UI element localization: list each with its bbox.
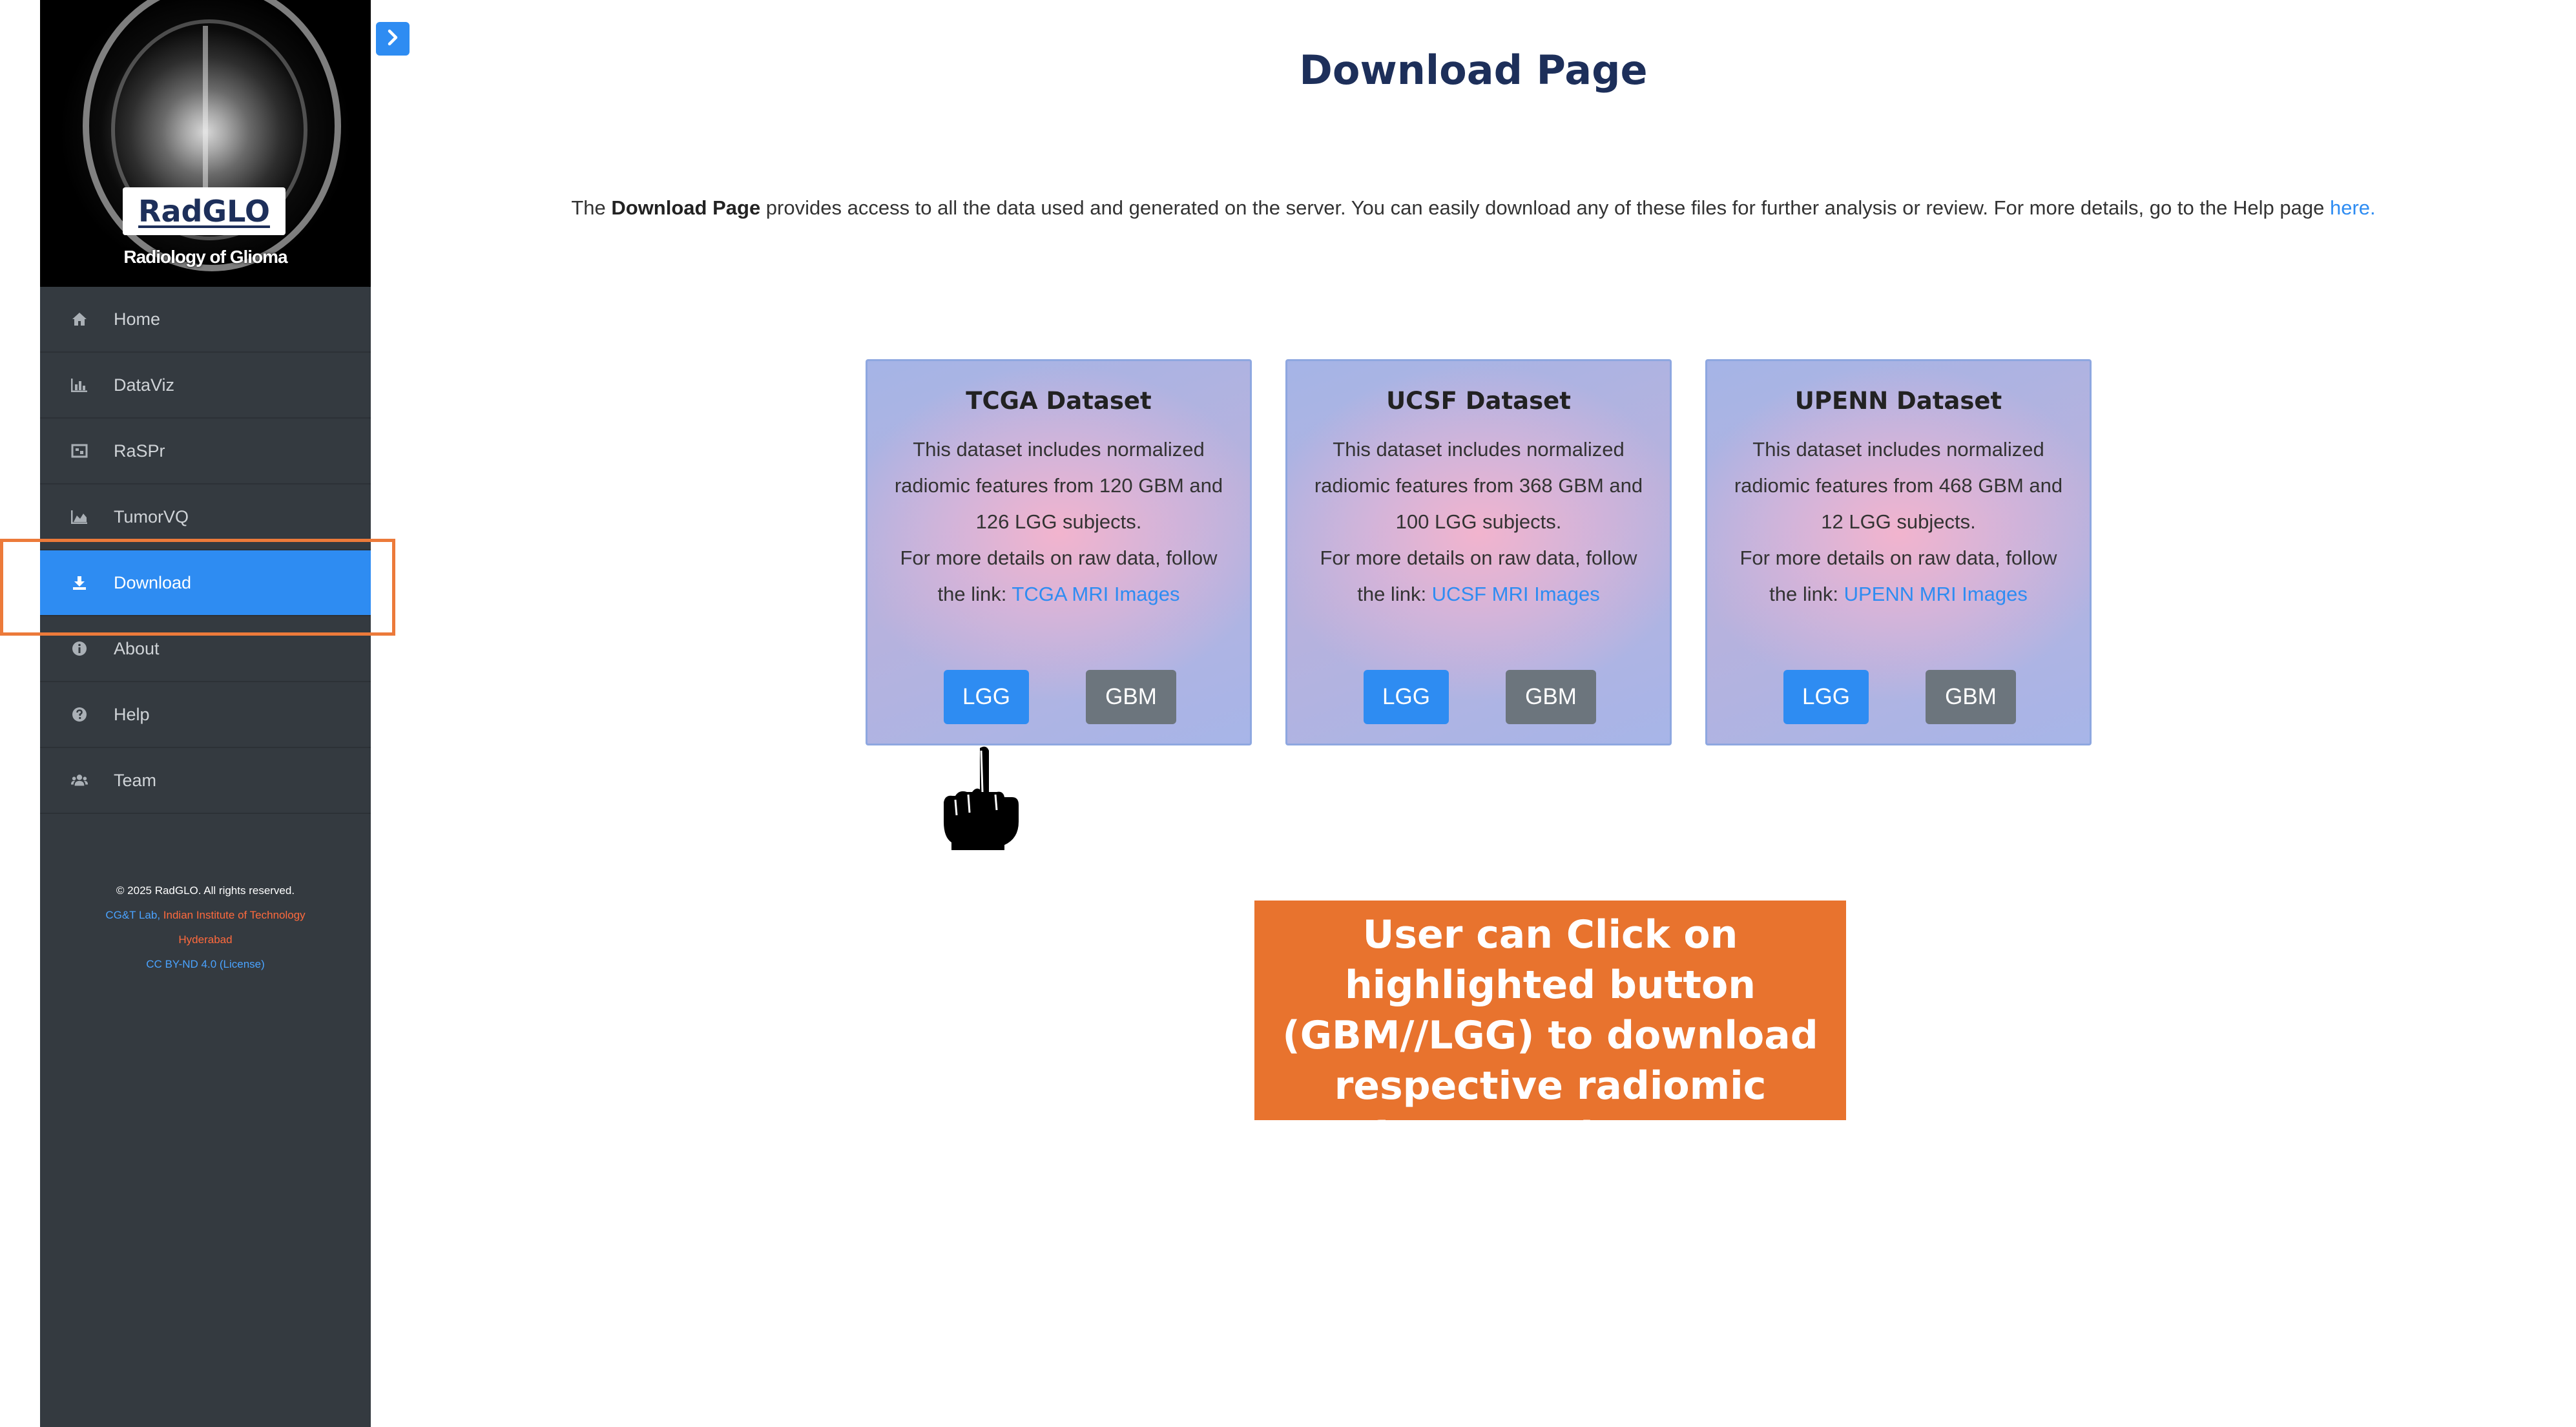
brand-tagline: Radiology of Glioma (123, 247, 287, 267)
brand-banner[interactable]: RadGLO Radiology of Glioma (40, 0, 371, 287)
lgg-download-button[interactable]: LGG (944, 670, 1029, 724)
dataset-card-tcga: TCGA Dataset This dataset includes norma… (866, 359, 1252, 745)
bar-chart-icon (71, 377, 88, 393)
card-description: This dataset includes normalized radiomi… (1724, 432, 2073, 612)
intro-prefix: The (571, 196, 612, 219)
sidebar-footer: © 2025 RadGLO. All rights reserved. CG&T… (40, 879, 371, 977)
chevron-right-icon (386, 29, 400, 49)
raw-data-link[interactable]: TCGA MRI Images (1012, 583, 1179, 605)
dataset-card-upenn: UPENN Dataset This dataset includes norm… (1705, 359, 2092, 745)
sidebar-item-raspr[interactable]: RaSPr (40, 419, 371, 484)
card-title: TCGA Dataset (966, 387, 1152, 415)
intro-text: provides access to all the data used and… (760, 196, 2330, 219)
help-link[interactable]: here. (2330, 196, 2376, 219)
page-title: Download Page (1299, 47, 1648, 94)
copyright-text: © 2025 RadGLO. All rights reserved. (116, 884, 295, 897)
card-desc-text: This dataset includes normalized radiomi… (1734, 438, 2063, 533)
sidebar-item-label: RaSPr (114, 441, 165, 461)
instruction-callout: User can Click on highlighted button (GB… (1254, 901, 1846, 1159)
gbm-download-button[interactable]: GBM (1506, 670, 1596, 724)
card-description: This dataset includes normalized radiomi… (1304, 432, 1653, 612)
raw-data-link[interactable]: UCSF MRI Images (1432, 583, 1600, 605)
sidebar-item-team[interactable]: Team (40, 748, 371, 814)
sidebar-item-home[interactable]: Home (40, 287, 371, 353)
area-chart-icon (71, 508, 88, 525)
license-link[interactable]: CC BY-ND 4.0 (License) (40, 952, 371, 977)
download-highlight-box (0, 539, 395, 636)
logo[interactable]: RadGLO (123, 187, 286, 235)
sidebar: RadGLO Radiology of Glioma Home DataViz … (40, 0, 371, 1427)
raw-data-link[interactable]: UPENN MRI Images (1844, 583, 2028, 605)
lab-link[interactable]: CG&T Lab, (105, 909, 160, 921)
users-icon (71, 772, 88, 789)
gbm-download-button[interactable]: GBM (1086, 670, 1176, 724)
dataset-card-ucsf: UCSF Dataset This dataset includes norma… (1285, 359, 1672, 745)
sidebar-item-dataviz[interactable]: DataViz (40, 353, 371, 419)
info-icon (71, 640, 88, 657)
intro-paragraph: The Download Page provides access to all… (371, 196, 2576, 220)
sidebar-item-label: Home (114, 309, 161, 329)
sidebar-item-label: Help (114, 704, 150, 724)
institute-link[interactable]: Indian Institute of Technology (163, 909, 306, 921)
sidebar-item-label: TumorVQ (114, 506, 189, 526)
lgg-download-button[interactable]: LGG (1783, 670, 1869, 724)
intro-bold: Download Page (611, 196, 761, 219)
institute-location[interactable]: Hyderabad (40, 928, 371, 952)
sidebar-item-label: About (114, 638, 160, 658)
card-desc-text: This dataset includes normalized radiomi… (894, 438, 1223, 533)
lgg-download-button[interactable]: LGG (1364, 670, 1449, 724)
card-description: This dataset includes normalized radiomi… (884, 432, 1233, 612)
sidebar-item-help[interactable]: Help (40, 682, 371, 748)
home-icon (71, 311, 88, 328)
card-desc-text: This dataset includes normalized radiomi… (1314, 438, 1643, 533)
pointing-hand-icon (940, 742, 1024, 851)
logo-text: RadGLO (138, 194, 270, 229)
sidebar-item-label: Team (114, 770, 157, 790)
gbm-download-button[interactable]: GBM (1926, 670, 2016, 724)
card-title: UCSF Dataset (1386, 387, 1571, 415)
card-title: UPENN Dataset (1794, 387, 2002, 415)
sidebar-item-label: DataViz (114, 375, 175, 395)
question-icon (71, 706, 88, 723)
image-icon (71, 443, 88, 459)
